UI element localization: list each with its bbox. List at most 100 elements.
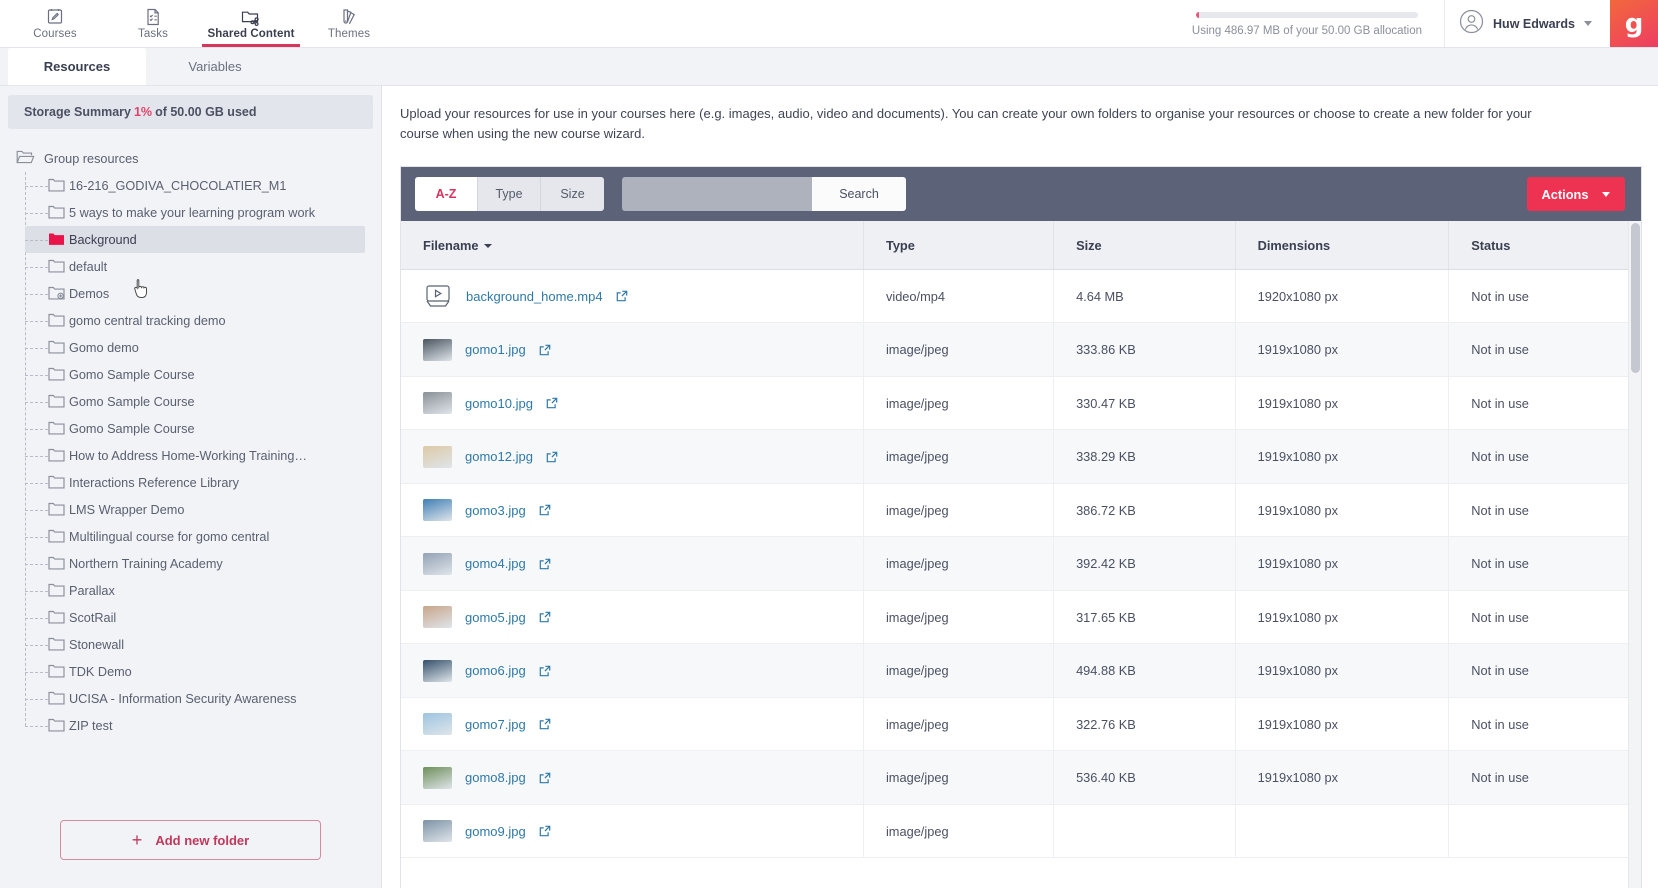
open-external-icon[interactable] <box>539 611 551 623</box>
tree-folder-item[interactable]: TDK Demo <box>25 658 381 685</box>
tab-resources[interactable]: Resources <box>8 47 146 85</box>
tree-folder-label: Parallax <box>69 583 115 598</box>
open-external-icon[interactable] <box>539 558 551 570</box>
table-row[interactable]: background_home.mp4 video/mp4 4.64 MB 1920x… <box>401 269 1641 324</box>
table-row[interactable]: gomo9.jpg image/jpeg <box>401 804 1641 859</box>
open-external-icon[interactable] <box>546 451 558 463</box>
tree-folder-label: Gomo demo <box>69 340 139 355</box>
table-row[interactable]: gomo6.jpg image/jpeg 494.88 KB 1919x1080 px… <box>401 643 1641 698</box>
tree-folder-item[interactable]: Interactions Reference Library <box>25 469 381 496</box>
top-bar: Courses Tasks Shared Content Themes Usin… <box>0 0 1658 48</box>
folder-icon <box>48 367 65 384</box>
table-row[interactable]: gomo10.jpg image/jpeg 330.47 KB 1919x1080 p… <box>401 376 1641 431</box>
cell-size: 338.29 KB <box>1053 429 1236 484</box>
tree-root-label: Group resources <box>44 151 139 166</box>
table-row[interactable]: gomo7.jpg image/jpeg 322.76 KB 1919x1080 px… <box>401 697 1641 752</box>
tree-folder-item[interactable]: How to Address Home-Working Training… <box>25 442 381 469</box>
open-external-icon[interactable] <box>539 665 551 677</box>
tree-folder-item[interactable]: Gomo Sample Course <box>25 415 381 442</box>
sort-type-button[interactable]: Type <box>478 177 541 212</box>
folder-icon <box>48 313 65 330</box>
col-header-dimensions[interactable]: Dimensions <box>1235 221 1450 270</box>
tree-folder-item[interactable]: ScotRail <box>25 604 381 631</box>
brand-logo[interactable]: g <box>1610 0 1658 47</box>
sort-az-button[interactable]: A-Z <box>415 177 478 212</box>
folder-icon <box>48 421 65 438</box>
col-header-type[interactable]: Type <box>863 221 1055 270</box>
search-button[interactable]: Search <box>812 177 906 212</box>
nav-tab-label: Shared Content <box>207 28 295 40</box>
search-input[interactable] <box>622 177 812 212</box>
file-name-link[interactable]: background_home.mp4 <box>466 289 603 304</box>
nav-tab-tasks[interactable]: Tasks <box>104 0 202 47</box>
tree-folder-item[interactable]: Gomo demo <box>25 334 381 361</box>
tree-root-group-resources[interactable]: Group resources <box>16 145 381 172</box>
file-name-link[interactable]: gomo4.jpg <box>465 556 526 571</box>
cell-dimensions <box>1235 804 1450 859</box>
cell-status: Not in use <box>1448 697 1641 752</box>
table-row[interactable]: gomo12.jpg image/jpeg 338.29 KB 1919x1080 p… <box>401 429 1641 484</box>
tree-folder-label: Multilingual course for gomo central <box>69 529 270 544</box>
sort-size-button[interactable]: Size <box>541 177 604 212</box>
tree-folder-item[interactable]: ZIP test <box>25 712 381 739</box>
tree-folder-item[interactable]: Gomo Sample Course <box>25 361 381 388</box>
col-header-size[interactable]: Size <box>1053 221 1236 270</box>
user-menu[interactable]: Huw Edwards <box>1444 0 1610 47</box>
tree-folder-item[interactable]: gomo central tracking demo <box>25 307 381 334</box>
file-name-link[interactable]: gomo7.jpg <box>465 717 526 732</box>
tree-folder-item[interactable]: Parallax <box>25 577 381 604</box>
cell-size <box>1053 804 1236 859</box>
tree-folder-item[interactable]: Background <box>25 226 365 253</box>
open-external-icon[interactable] <box>546 397 558 409</box>
table-row[interactable]: gomo1.jpg image/jpeg 333.86 KB 1919x1080 px… <box>401 322 1641 377</box>
tree-folder-item[interactable]: Northern Training Academy <box>25 550 381 577</box>
tree-folder-item[interactable]: LMS Wrapper Demo <box>25 496 381 523</box>
col-header-filename[interactable]: Filename <box>401 221 864 270</box>
table-row[interactable]: gomo3.jpg image/jpeg 386.72 KB 1919x1080 px… <box>401 483 1641 538</box>
open-external-icon[interactable] <box>539 772 551 784</box>
themes-icon <box>339 7 359 27</box>
cell-dimensions: 1919x1080 px <box>1235 429 1450 484</box>
file-name-link[interactable]: gomo1.jpg <box>465 342 526 357</box>
open-external-icon[interactable] <box>539 344 551 356</box>
vertical-scrollbar[interactable] <box>1628 221 1641 888</box>
storage-summary-suffix: of 50.00 GB used <box>155 105 257 119</box>
col-header-status[interactable]: Status <box>1448 221 1641 270</box>
file-name-link[interactable]: gomo10.jpg <box>465 396 533 411</box>
table-row[interactable]: gomo4.jpg image/jpeg 392.42 KB 1919x1080 px… <box>401 536 1641 591</box>
table-row[interactable]: gomo8.jpg image/jpeg 536.40 KB 1919x1080 px… <box>401 750 1641 805</box>
tree-folder-item[interactable]: 5 ways to make your learning program wor… <box>25 199 381 226</box>
open-external-icon[interactable] <box>539 504 551 516</box>
nav-tab-themes[interactable]: Themes <box>300 0 398 47</box>
nav-tab-courses[interactable]: Courses <box>6 0 104 47</box>
cell-dimensions: 1919x1080 px <box>1235 750 1450 805</box>
cell-filename: gomo9.jpg <box>401 804 864 859</box>
tree-folder-item[interactable]: UCISA - Information Security Awareness <box>25 685 381 712</box>
tree-folder-item[interactable]: Stonewall <box>25 631 381 658</box>
tree-folder-item[interactable]: Multilingual course for gomo central <box>25 523 381 550</box>
tab-variables[interactable]: Variables <box>146 47 284 85</box>
file-name-link[interactable]: gomo3.jpg <box>465 503 526 518</box>
file-name-link[interactable]: gomo8.jpg <box>465 770 526 785</box>
table-row[interactable]: gomo5.jpg image/jpeg 317.65 KB 1919x1080 px… <box>401 590 1641 645</box>
file-name-link[interactable]: gomo9.jpg <box>465 824 526 839</box>
actions-button[interactable]: Actions <box>1527 177 1625 212</box>
folder-icon <box>48 610 65 627</box>
tree-folder-item[interactable]: Demos <box>25 280 381 307</box>
tree-folder-item[interactable]: Gomo Sample Course <box>25 388 381 415</box>
add-new-folder-button[interactable]: + Add new folder <box>60 820 321 860</box>
tree-folder-item[interactable]: 16-216_GODIVA_CHOCOLATIER_M1 <box>25 172 381 199</box>
file-name-link[interactable]: gomo5.jpg <box>465 610 526 625</box>
folder-open-icon <box>16 149 35 168</box>
tree-folder-item[interactable]: default <box>25 253 381 280</box>
tree-folder-label: Demos <box>69 286 110 301</box>
open-external-icon[interactable] <box>616 290 628 302</box>
file-name-link[interactable]: gomo12.jpg <box>465 449 533 464</box>
cell-status: Not in use <box>1448 590 1641 645</box>
cell-dimensions: 1919x1080 px <box>1235 590 1450 645</box>
file-name-link[interactable]: gomo6.jpg <box>465 663 526 678</box>
open-external-icon[interactable] <box>539 825 551 837</box>
nav-tab-shared-content[interactable]: Shared Content <box>202 0 300 47</box>
open-external-icon[interactable] <box>539 718 551 730</box>
scrollbar-thumb[interactable] <box>1631 223 1640 374</box>
